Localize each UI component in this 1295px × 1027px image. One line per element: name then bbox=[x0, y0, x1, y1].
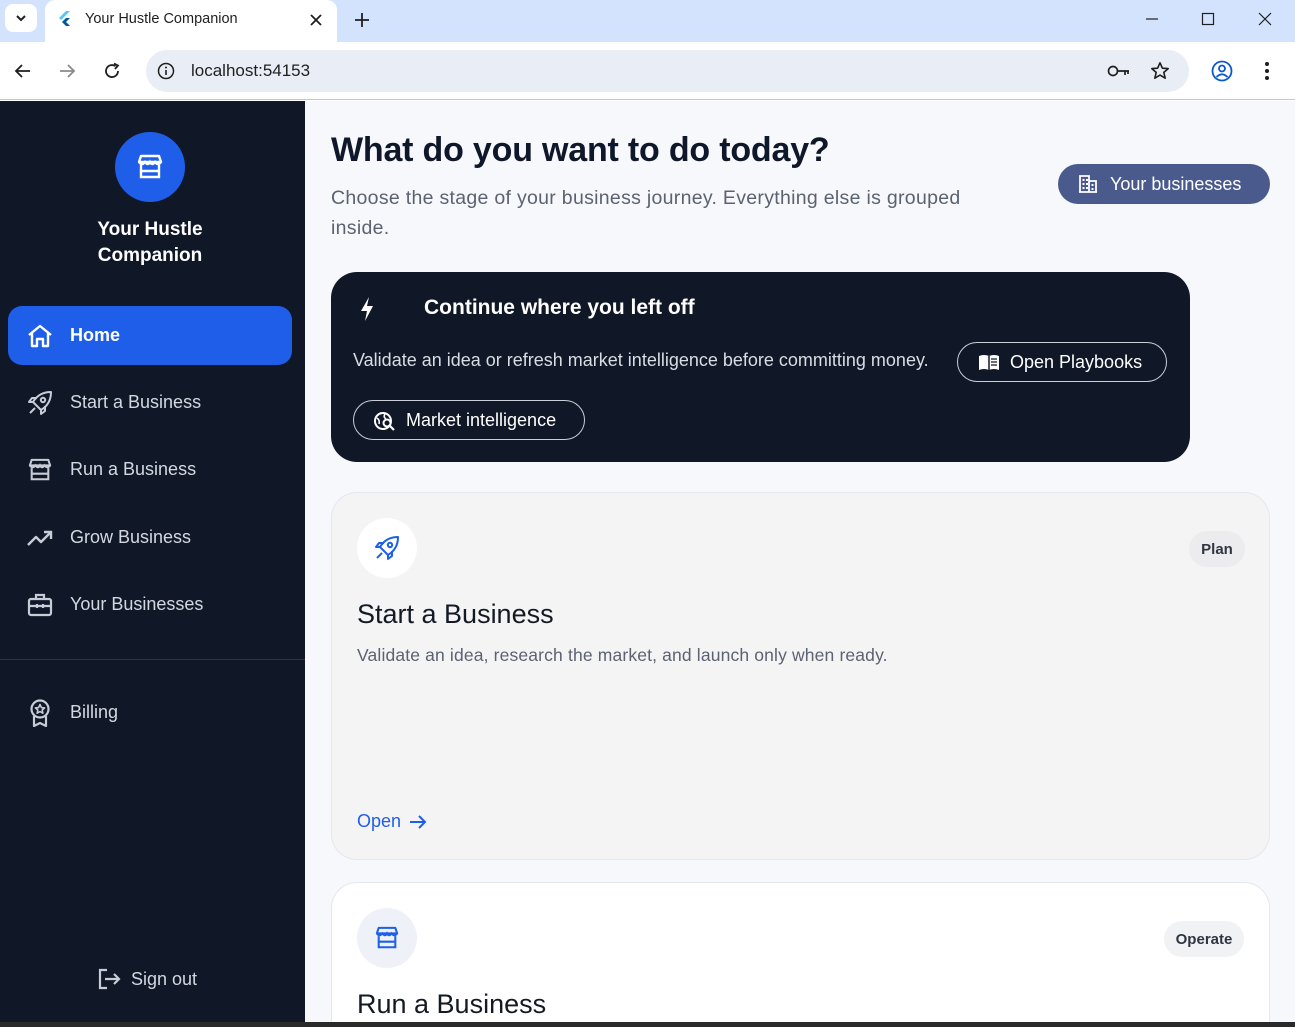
bookmark-star-icon[interactable] bbox=[1148, 60, 1172, 82]
main-content: What do you want to do today? Choose the… bbox=[305, 101, 1295, 1022]
open-playbooks-button[interactable]: Open Playbooks bbox=[957, 342, 1167, 382]
card-description: Validate an idea, research the market, a… bbox=[357, 645, 888, 665]
tab-search-button[interactable] bbox=[5, 4, 37, 32]
bolt-icon bbox=[361, 297, 373, 321]
building-icon bbox=[1079, 175, 1097, 193]
card-open-link[interactable]: Open bbox=[357, 811, 427, 832]
maximize-icon bbox=[1201, 12, 1215, 26]
chevron-down-icon bbox=[16, 15, 26, 22]
travel-explore-icon bbox=[374, 412, 395, 431]
browser-menu-button[interactable] bbox=[1253, 57, 1281, 85]
briefcase-icon bbox=[26, 591, 54, 619]
sidebar-item-label: Start a Business bbox=[70, 392, 202, 412]
sidebar-item-your-businesses[interactable]: Your Businesses bbox=[8, 575, 292, 634]
continue-description: Validate an idea or refresh market intel… bbox=[353, 350, 929, 370]
close-icon bbox=[1258, 12, 1272, 26]
continue-card: Continue where you left off Validate an … bbox=[331, 272, 1190, 462]
sign-out-button[interactable]: Sign out bbox=[97, 965, 197, 993]
arrow-right-icon bbox=[60, 64, 76, 78]
sidebar-item-billing[interactable]: Billing bbox=[8, 683, 292, 742]
sidebar-item-run-a-business[interactable]: Run a Business bbox=[8, 440, 292, 499]
open-playbooks-label: Open Playbooks bbox=[1010, 352, 1143, 372]
home-icon bbox=[26, 322, 54, 350]
sidebar-item-label: Your Businesses bbox=[70, 594, 204, 614]
browser-tab[interactable]: Your Hustle Companion bbox=[45, 0, 337, 42]
more-vert-icon bbox=[1265, 62, 1269, 80]
back-button[interactable] bbox=[9, 57, 37, 85]
close-icon bbox=[310, 14, 322, 26]
minimize-icon bbox=[1146, 18, 1158, 20]
market-intelligence-button[interactable]: Market intelligence bbox=[353, 400, 585, 440]
logout-icon bbox=[98, 968, 121, 990]
sidebar-item-label: Grow Business bbox=[70, 527, 192, 547]
sidebar-item-start-a-business[interactable]: Start a Business bbox=[8, 373, 292, 432]
new-tab-button[interactable] bbox=[348, 6, 376, 34]
award-icon bbox=[26, 698, 54, 727]
your-businesses-button[interactable]: Your businesses bbox=[1058, 164, 1270, 204]
storefront-icon bbox=[375, 926, 399, 949]
flutter-icon bbox=[59, 11, 70, 26]
profile-icon bbox=[1211, 60, 1233, 82]
stage-tag: Operate bbox=[1164, 921, 1244, 957]
book-icon bbox=[979, 355, 999, 370]
arrow-right-icon bbox=[410, 814, 427, 829]
card-title: Start a Business bbox=[357, 599, 554, 629]
storefront-icon bbox=[26, 456, 54, 484]
password-key-icon[interactable] bbox=[1107, 60, 1131, 82]
forward-button[interactable] bbox=[53, 57, 81, 85]
sidebar-item-home[interactable]: Home bbox=[8, 306, 292, 365]
app: Your Hustle Companion Home Start a Busin… bbox=[0, 101, 1295, 1022]
brand-name: Your Hustle Companion bbox=[97, 219, 203, 266]
sign-out-label: Sign out bbox=[131, 968, 198, 989]
maximize-button[interactable] bbox=[1188, 6, 1228, 32]
stage-card-start-a-business[interactable]: Plan Start a Business Validate an idea, … bbox=[331, 492, 1270, 860]
tab-title: Your Hustle Companion bbox=[85, 11, 238, 27]
sidebar: Your Hustle Companion Home Start a Busin… bbox=[0, 101, 305, 1022]
browser-toolbar: localhost:54153 bbox=[0, 42, 1295, 100]
rocket-icon bbox=[375, 536, 399, 560]
page-title: What do you want to do today? bbox=[331, 131, 830, 169]
reload-button[interactable] bbox=[98, 57, 126, 85]
card-icon-badge bbox=[357, 908, 417, 968]
browser-tab-strip: Your Hustle Companion bbox=[0, 0, 1295, 42]
brand-logo bbox=[115, 132, 185, 202]
page-subtitle: Choose the stage of your business journe… bbox=[331, 187, 961, 239]
arrow-left-icon bbox=[14, 64, 30, 78]
market-intelligence-label: Market intelligence bbox=[406, 410, 557, 430]
sidebar-divider bbox=[0, 659, 305, 660]
tab-close-button[interactable] bbox=[305, 9, 327, 31]
card-icon-badge bbox=[357, 518, 417, 578]
url-text: localhost:54153 bbox=[191, 61, 311, 80]
continue-title: Continue where you left off bbox=[424, 296, 695, 319]
storefront-icon bbox=[137, 154, 163, 179]
plus-icon bbox=[355, 13, 369, 27]
sidebar-item-label: Billing bbox=[70, 702, 119, 722]
sidebar-item-label: Run a Business bbox=[70, 459, 197, 479]
stage-tag: Plan bbox=[1189, 531, 1245, 567]
trending-up-icon bbox=[26, 524, 54, 552]
card-title: Run a Business bbox=[357, 989, 547, 1019]
sidebar-item-label: Home bbox=[70, 325, 121, 345]
profile-button[interactable] bbox=[1208, 57, 1236, 85]
window-close-button[interactable] bbox=[1245, 6, 1285, 32]
site-info-icon[interactable] bbox=[156, 61, 176, 81]
reload-icon bbox=[105, 62, 120, 78]
taskbar-edge bbox=[0, 1022, 1295, 1027]
card-open-label: Open bbox=[357, 811, 402, 831]
rocket-icon bbox=[26, 389, 54, 417]
address-bar[interactable]: localhost:54153 bbox=[146, 50, 1189, 92]
minimize-button[interactable] bbox=[1132, 6, 1172, 32]
sidebar-item-grow-business[interactable]: Grow Business bbox=[8, 508, 292, 567]
stage-card-run-a-business[interactable]: Operate Run a Business bbox=[331, 882, 1270, 1022]
your-businesses-label: Your businesses bbox=[1110, 174, 1242, 194]
